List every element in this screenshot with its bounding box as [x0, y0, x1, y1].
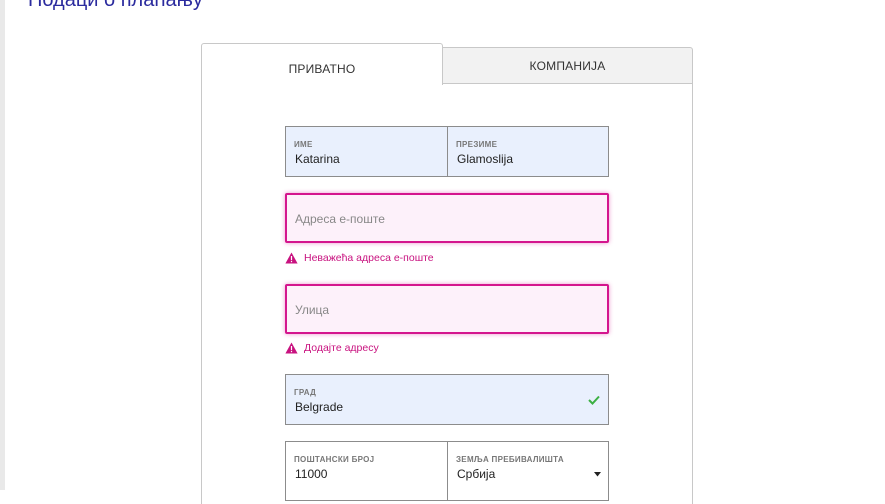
country-select[interactable]: ЗЕМЉА ПРЕБИВАЛИШТА Србија: [447, 441, 609, 501]
postal-code-label: ПОШТАНСКИ БРОЈ: [294, 455, 375, 464]
caret-down-icon: [594, 464, 601, 482]
check-icon: [588, 392, 600, 410]
email-field[interactable]: Адреса е-поште: [285, 193, 609, 243]
section-title: Подаци о плаћању: [28, 0, 203, 11]
email-placeholder: Адреса е-поште: [295, 212, 385, 226]
postal-code-value: 11000: [295, 467, 328, 481]
city-label: ГРАД: [294, 388, 317, 397]
warning-triangle-icon: [285, 342, 298, 354]
account-type-tabs: ПРИВАТНО КОМПАНИЈА: [201, 43, 693, 85]
city-value: Belgrade: [295, 400, 344, 414]
last-name-label: ПРЕЗИМЕ: [456, 140, 498, 149]
city-field[interactable]: ГРАД Belgrade: [285, 374, 609, 425]
street-placeholder: Улица: [295, 303, 330, 317]
first-name-label: ИМЕ: [294, 140, 313, 149]
last-name-value: Glamoslija: [457, 152, 514, 166]
country-label: ЗЕМЉА ПРЕБИВАЛИШТА: [456, 455, 564, 464]
warning-triangle-icon: [285, 252, 298, 264]
email-error-message: Неважећа адреса е-поште: [285, 252, 434, 264]
left-border: [0, 0, 5, 490]
tab-private[interactable]: ПРИВАТНО: [201, 43, 443, 85]
first-name-field[interactable]: ИМЕ Katarina: [285, 126, 448, 177]
country-value: Србија: [457, 467, 496, 481]
postal-code-field[interactable]: ПОШТАНСКИ БРОЈ 11000: [285, 441, 448, 501]
street-error-text: Додајте адресу: [304, 342, 379, 354]
tab-company[interactable]: КОМПАНИЈА: [442, 47, 693, 84]
street-field[interactable]: Улица: [285, 284, 609, 334]
last-name-field[interactable]: ПРЕЗИМЕ Glamoslija: [447, 126, 609, 177]
street-error-message: Додајте адресу: [285, 342, 379, 354]
first-name-value: Katarina: [295, 152, 340, 166]
email-error-text: Неважећа адреса е-поште: [304, 252, 434, 264]
